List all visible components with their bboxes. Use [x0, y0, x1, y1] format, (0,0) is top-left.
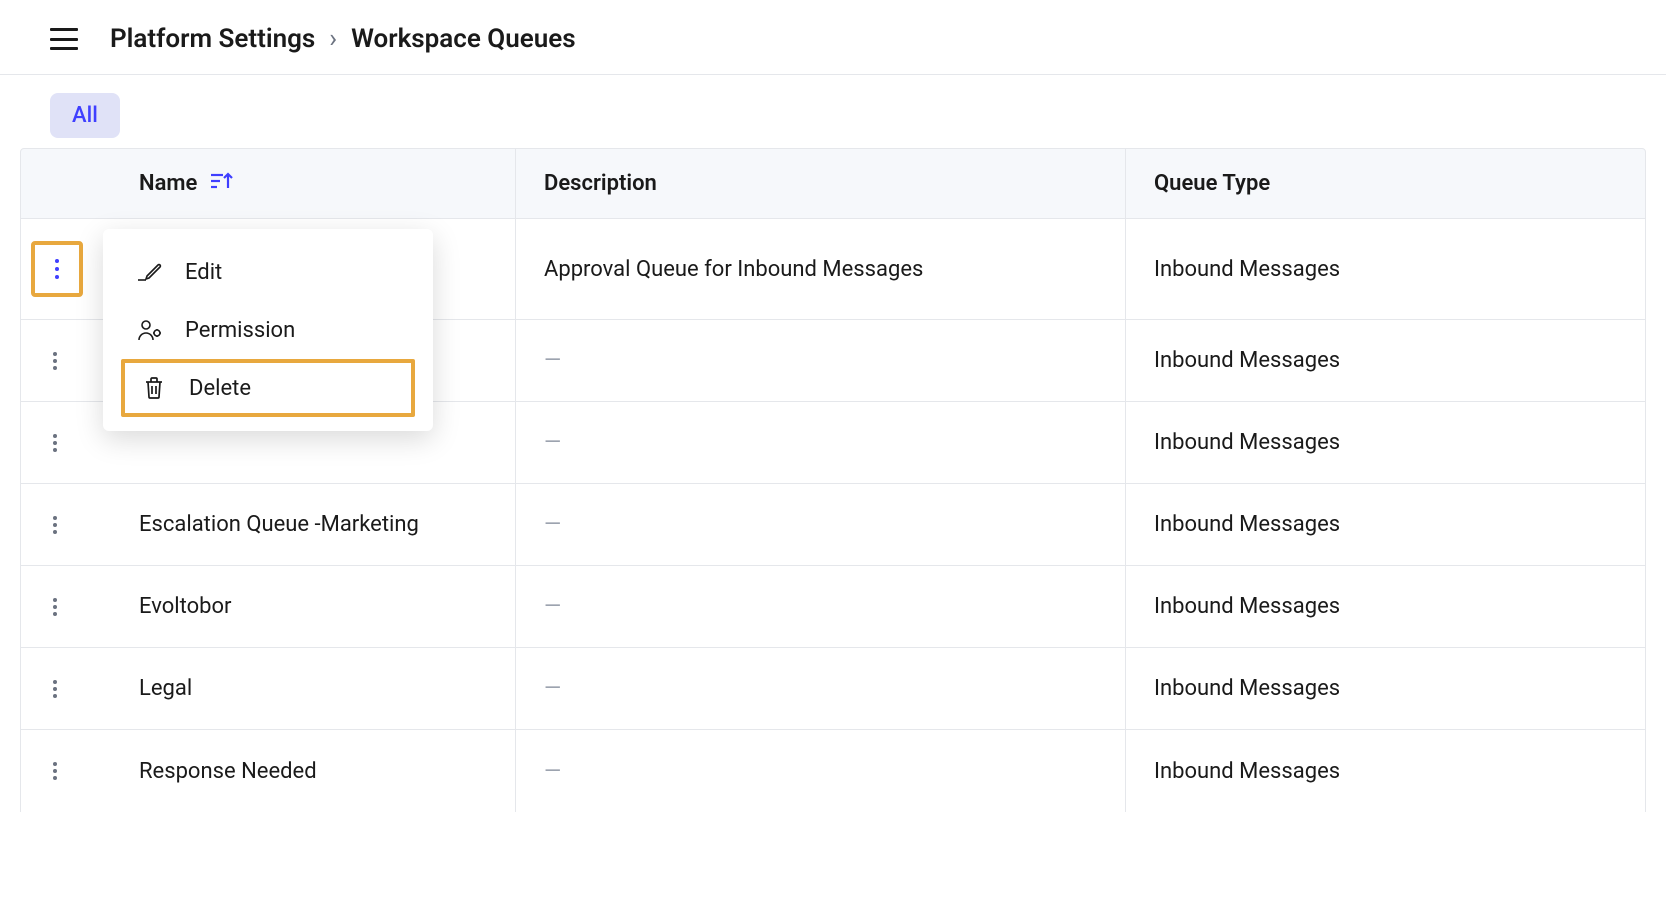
row-actions-cell [21, 730, 111, 812]
row-actions-kebab-icon[interactable] [41, 675, 69, 703]
cell-queue-type: Inbound Messages [1126, 648, 1645, 729]
column-header-actions [21, 149, 111, 218]
column-header-name[interactable]: Name [111, 149, 516, 218]
column-header-name-label: Name [139, 171, 197, 196]
edit-icon [137, 259, 163, 285]
cell-description: — [516, 566, 1126, 647]
row-actions-kebab-icon[interactable] [41, 757, 69, 785]
row-actions-cell [21, 648, 111, 729]
trash-icon [141, 375, 167, 401]
row-actions-cell [21, 484, 111, 565]
breadcrumb-parent[interactable]: Platform Settings [110, 24, 315, 54]
cell-name[interactable]: Response Needed [111, 730, 516, 812]
column-header-queue-type[interactable]: Queue Type [1126, 149, 1645, 218]
table-row: Evoltobor — Inbound Messages [20, 566, 1646, 648]
menu-item-permission-label: Permission [185, 318, 295, 343]
table-row: Escalation Queue -Marketing — Inbound Me… [20, 484, 1646, 566]
breadcrumb: Platform Settings › Workspace Queues [110, 24, 576, 54]
row-actions-cell [21, 566, 111, 647]
permission-icon [137, 317, 163, 343]
row-context-menu: Edit Permission [103, 229, 433, 431]
cell-description: Approval Queue for Inbound Messages [516, 219, 1126, 319]
row-actions-cell [21, 320, 111, 401]
menu-hamburger-icon[interactable] [50, 28, 78, 50]
cell-name[interactable]: Escalation Queue -Marketing [111, 484, 516, 565]
menu-item-delete[interactable]: Delete [121, 359, 415, 417]
row-actions-cell [21, 219, 111, 319]
cell-description: — [516, 402, 1126, 483]
cell-queue-type: Inbound Messages [1126, 402, 1645, 483]
table-row: Response Needed — Inbound Messages [20, 730, 1646, 812]
row-actions-cell [21, 402, 111, 483]
table-row: Approval Queue for Inbound Messages Inbo… [20, 219, 1646, 320]
cell-description: — [516, 484, 1126, 565]
tab-all[interactable]: All [50, 93, 120, 138]
menu-item-edit[interactable]: Edit [103, 243, 433, 301]
cell-description: — [516, 320, 1126, 401]
queues-table: Name Description Queue Type [20, 148, 1646, 812]
menu-item-delete-label: Delete [189, 376, 251, 401]
cell-description: — [516, 648, 1126, 729]
row-actions-kebab-icon[interactable] [41, 347, 69, 375]
cell-queue-type: Inbound Messages [1126, 219, 1645, 319]
row-actions-kebab-icon[interactable] [41, 593, 69, 621]
chevron-right-icon: › [329, 24, 337, 54]
table-body: Approval Queue for Inbound Messages Inbo… [20, 219, 1646, 812]
cell-queue-type: Inbound Messages [1126, 730, 1645, 812]
sort-ascending-icon[interactable] [211, 172, 233, 195]
filter-bar: All [0, 75, 1666, 148]
cell-queue-type: Inbound Messages [1126, 320, 1645, 401]
menu-item-edit-label: Edit [185, 260, 222, 285]
breadcrumb-current: Workspace Queues [351, 24, 576, 54]
row-actions-kebab-icon[interactable] [41, 429, 69, 457]
table-row: Legal — Inbound Messages [20, 648, 1646, 730]
cell-name[interactable]: Evoltobor [111, 566, 516, 647]
cell-name[interactable]: Legal [111, 648, 516, 729]
column-header-description[interactable]: Description [516, 149, 1126, 218]
menu-item-permission[interactable]: Permission [103, 301, 433, 359]
page-header: Platform Settings › Workspace Queues [0, 0, 1666, 75]
cell-queue-type: Inbound Messages [1126, 566, 1645, 647]
cell-queue-type: Inbound Messages [1126, 484, 1645, 565]
table-header-row: Name Description Queue Type [20, 148, 1646, 219]
cell-description: — [516, 730, 1126, 812]
row-actions-kebab-icon[interactable] [31, 241, 83, 297]
row-actions-kebab-icon[interactable] [41, 511, 69, 539]
